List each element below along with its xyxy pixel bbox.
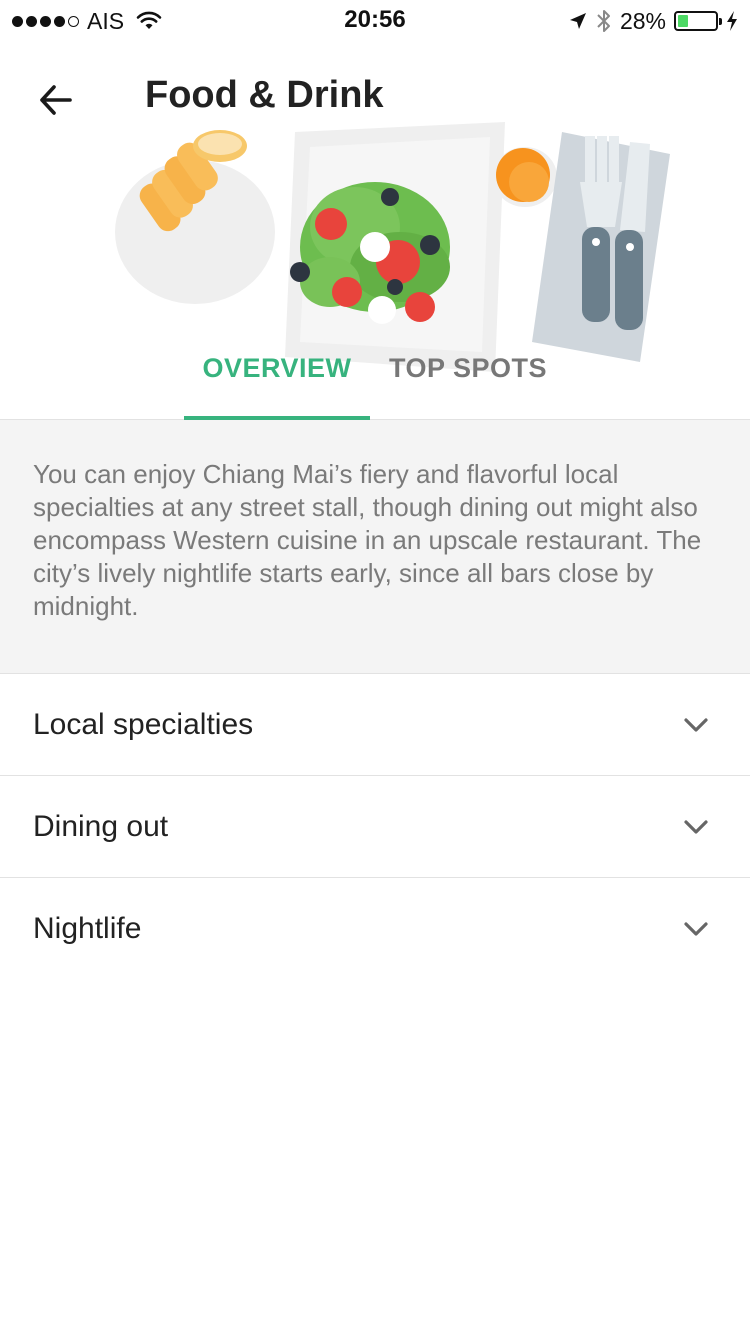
back-button[interactable]	[30, 74, 82, 126]
section-nightlife[interactable]: Nightlife	[0, 878, 750, 980]
overview-panel: You can enjoy Chiang Mai’s fiery and fla…	[0, 420, 750, 674]
overview-text: You can enjoy Chiang Mai’s fiery and fla…	[33, 459, 702, 621]
chevron-down-icon	[684, 718, 708, 732]
bluetooth-icon	[597, 10, 610, 32]
status-right: 28%	[568, 7, 738, 35]
location-arrow-icon	[569, 13, 586, 29]
charging-bolt-icon	[727, 11, 737, 31]
section-local-specialties[interactable]: Local specialties	[0, 674, 750, 776]
chevron-down-icon	[684, 922, 708, 936]
section-dining-out[interactable]: Dining out	[0, 776, 750, 878]
section-label: Nightlife	[33, 912, 142, 945]
battery-fill	[678, 15, 689, 27]
status-bar: AIS 20:56 28%	[0, 0, 750, 40]
arrow-left-icon	[40, 85, 72, 115]
battery-icon	[674, 11, 722, 31]
tab-overview[interactable]: OVERVIEW	[184, 318, 370, 420]
chevron-down-icon	[684, 820, 708, 834]
section-list: Local specialties Dining out Nightlife	[0, 674, 750, 980]
battery-percent: 28%	[619, 7, 666, 34]
section-label: Local specialties	[33, 708, 254, 741]
tab-bar: OVERVIEW TOP SPOTS	[0, 318, 750, 420]
tab-top-spots[interactable]: TOP SPOTS	[384, 318, 552, 419]
page-title: Food & Drink	[145, 74, 384, 116]
section-label: Dining out	[33, 810, 169, 843]
